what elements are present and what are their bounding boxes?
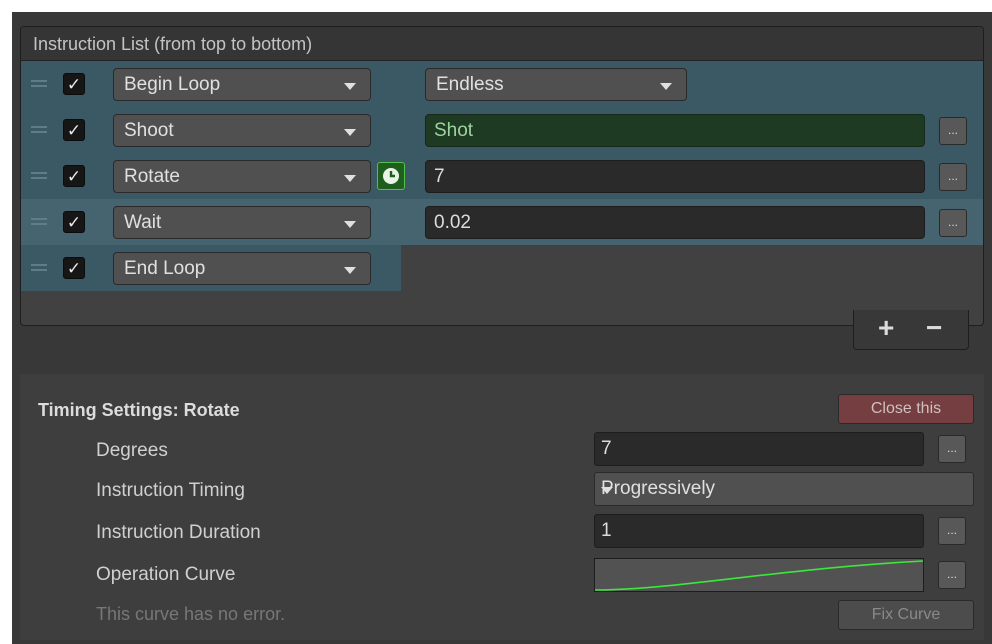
dropdown-arrow-icon — [601, 487, 613, 494]
operation-curve-field[interactable] — [594, 558, 924, 592]
instruction-list: Instruction List (from top to bottom) ✓ … — [20, 26, 984, 326]
operation-curve-label: Operation Curve — [96, 564, 236, 585]
instruction-dropdown[interactable]: Shoot — [113, 114, 371, 147]
drag-handle-icon[interactable] — [31, 264, 47, 272]
instruction-row[interactable]: ✓ End Loop — [21, 245, 401, 291]
timing-settings-button[interactable] — [377, 162, 405, 190]
degrees-field[interactable]: 7 — [594, 432, 924, 466]
degrees-label: Degrees — [96, 440, 168, 461]
instruction-dropdown[interactable]: Begin Loop — [113, 68, 371, 101]
list-footer: + − — [853, 310, 969, 350]
instruction-row[interactable]: ✓ Wait 0.02 ... — [21, 199, 983, 245]
instruction-row[interactable]: ✓ Rotate 7 ... — [21, 153, 983, 199]
dropdown-arrow-icon — [344, 129, 356, 136]
dropdown-arrow-icon — [660, 83, 672, 90]
enabled-checkbox[interactable]: ✓ — [63, 73, 85, 95]
inspector-panel: Instruction List (from top to bottom) ✓ … — [12, 12, 992, 644]
instruction-dropdown[interactable]: Rotate — [113, 160, 371, 193]
instruction-list-title: Instruction List (from top to bottom) — [33, 34, 313, 54]
drag-handle-icon[interactable] — [31, 172, 47, 180]
wait-duration-field[interactable]: 0.02 — [425, 206, 925, 239]
instruction-duration-label: Instruction Duration — [96, 522, 261, 543]
more-options-button[interactable]: ... — [939, 117, 967, 145]
drag-handle-icon[interactable] — [31, 218, 47, 226]
more-options-button[interactable]: ... — [939, 163, 967, 191]
remove-instruction-button[interactable]: − — [926, 312, 942, 344]
fix-curve-button[interactable]: Fix Curve — [838, 600, 974, 630]
curve-options-button[interactable]: ... — [938, 561, 966, 589]
timing-settings-title: Timing Settings: Rotate — [38, 400, 240, 420]
add-instruction-button[interactable]: + — [878, 312, 894, 344]
timing-settings-panel: Timing Settings: Rotate Close this Degre… — [20, 374, 984, 640]
instruction-row[interactable]: ✓ Shoot Shot ... — [21, 107, 983, 153]
enabled-checkbox[interactable]: ✓ — [63, 211, 85, 233]
loop-mode-dropdown[interactable]: Endless — [425, 68, 687, 101]
instruction-duration-field[interactable]: 1 — [594, 514, 924, 548]
instruction-dropdown[interactable]: Wait — [113, 206, 371, 239]
curve-status-text: This curve has no error. — [96, 604, 286, 624]
degrees-options-button[interactable]: ... — [938, 435, 966, 463]
drag-handle-icon[interactable] — [31, 80, 47, 88]
instruction-timing-dropdown[interactable]: Progressively — [594, 472, 974, 506]
enabled-checkbox[interactable]: ✓ — [63, 165, 85, 187]
close-timing-button[interactable]: Close this — [838, 394, 974, 424]
dropdown-arrow-icon — [344, 267, 356, 274]
clock-icon — [383, 168, 399, 184]
duration-options-button[interactable]: ... — [938, 517, 966, 545]
dropdown-arrow-icon — [344, 83, 356, 90]
enabled-checkbox[interactable]: ✓ — [63, 257, 85, 279]
dropdown-arrow-icon — [344, 221, 356, 228]
enabled-checkbox[interactable]: ✓ — [63, 119, 85, 141]
instruction-dropdown[interactable]: End Loop — [113, 252, 371, 285]
rotate-degrees-field[interactable]: 7 — [425, 160, 925, 193]
dropdown-arrow-icon — [344, 175, 356, 182]
instruction-timing-label: Instruction Timing — [96, 480, 245, 501]
instruction-list-header: Instruction List (from top to bottom) — [21, 27, 983, 61]
drag-handle-icon[interactable] — [31, 126, 47, 134]
more-options-button[interactable]: ... — [939, 209, 967, 237]
instruction-row[interactable]: ✓ Begin Loop Endless — [21, 61, 983, 107]
shot-object-field[interactable]: Shot — [425, 114, 925, 147]
curve-preview — [594, 560, 924, 591]
